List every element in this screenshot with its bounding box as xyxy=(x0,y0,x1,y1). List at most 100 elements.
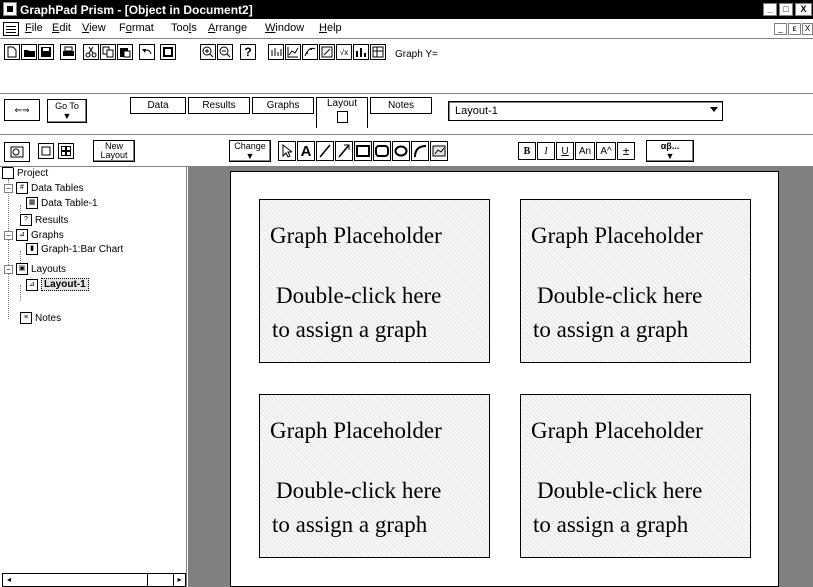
grid-view-icon[interactable] xyxy=(58,143,74,159)
rectangle-tool-icon[interactable] xyxy=(354,141,372,161)
layout-workspace: Graph Placeholder Double-click here to a… xyxy=(188,167,813,587)
mdi-minimize-button[interactable]: _ xyxy=(774,23,787,35)
sidebar-horizontal-scrollbar[interactable]: ◂ ▸ xyxy=(2,573,186,587)
graph-placeholder[interactable]: Graph Placeholder Double-click here to a… xyxy=(259,199,490,363)
underline-button[interactable]: U xyxy=(556,142,574,160)
table-icon[interactable] xyxy=(370,44,386,60)
placeholder-heading: Graph Placeholder xyxy=(270,223,442,248)
collapse-icon[interactable]: − xyxy=(4,183,13,193)
close-button[interactable]: X xyxy=(795,3,812,16)
change-button[interactable]: Change ▼ xyxy=(229,140,271,162)
copy-icon[interactable] xyxy=(100,44,116,60)
collapse-icon[interactable]: − xyxy=(4,230,13,240)
tree-item-layouts[interactable]: − ▣ Layouts xyxy=(4,263,66,275)
subscript-button[interactable]: An xyxy=(575,142,595,160)
menu-tools[interactable]: Tools xyxy=(171,22,197,34)
tree-item-data-tables[interactable]: − # Data Tables xyxy=(4,182,84,194)
mdi-restore-button[interactable]: ᴇ xyxy=(788,23,801,35)
back-forward-arrows-icon[interactable]: ⇐⇒ xyxy=(4,99,40,121)
tree-item-layout-1[interactable]: ⊿ Layout-1 xyxy=(26,278,89,291)
new-file-icon[interactable] xyxy=(4,44,20,60)
menu-help[interactable]: Help xyxy=(319,22,342,34)
folder-icon xyxy=(2,167,14,179)
navigator-toggle-icon[interactable] xyxy=(4,142,30,162)
tree-item-label: Notes xyxy=(35,312,62,324)
arrow-tool-icon[interactable] xyxy=(335,141,353,161)
stats-icon[interactable] xyxy=(353,44,369,60)
tree-root-label: Project xyxy=(17,167,49,179)
goto-button[interactable]: Go To ▼ xyxy=(47,99,87,123)
ellipse-tool-icon[interactable] xyxy=(392,141,410,161)
scroll-right-arrow-icon[interactable]: ▸ xyxy=(173,574,185,586)
print-icon[interactable] xyxy=(60,44,76,60)
placeholder-instruction: Double-click here xyxy=(276,478,442,503)
minimize-button[interactable]: _ xyxy=(763,3,777,16)
tab-results[interactable]: Results xyxy=(188,97,250,114)
pointer-tool-icon[interactable] xyxy=(278,141,296,161)
mdi-close-button[interactable]: X xyxy=(802,23,813,35)
cut-icon[interactable] xyxy=(83,44,99,60)
curve-fit-icon[interactable] xyxy=(302,44,318,60)
paste-icon[interactable] xyxy=(117,44,133,60)
transform-icon[interactable] xyxy=(319,44,335,60)
graph-y-label: Graph Y= xyxy=(395,49,438,60)
placeholder-instruction: Double-click here xyxy=(276,283,442,308)
placeholder-instruction: to assign a graph xyxy=(533,317,689,342)
tree-item-data-table-1[interactable]: ▦ Data Table-1 xyxy=(26,197,98,209)
scroll-left-arrow-icon[interactable]: ◂ xyxy=(3,574,15,586)
graph-placeholder[interactable]: Graph Placeholder Double-click here to a… xyxy=(520,199,751,363)
graph-placeholder[interactable]: Graph Placeholder Double-click here to a… xyxy=(520,394,751,558)
bold-button[interactable]: B xyxy=(518,142,536,160)
tab-data[interactable]: Data xyxy=(130,97,186,114)
superscript-button[interactable]: A^ xyxy=(596,142,616,160)
embed-graph-tool-icon[interactable] xyxy=(430,141,448,161)
divider xyxy=(0,93,813,94)
plus-minus-button[interactable]: ± xyxy=(617,142,635,160)
analyze-icon[interactable] xyxy=(268,44,284,60)
window-title: GraphPad Prism - [Object in Document2] xyxy=(20,3,253,17)
menu-bar: File Edit View Format Tools Arrange Wind… xyxy=(0,20,813,38)
prism-app-icon[interactable] xyxy=(3,2,17,16)
sqrt-icon[interactable]: √x xyxy=(336,44,352,60)
tab-graphs[interactable]: Graphs xyxy=(252,97,314,114)
single-page-icon[interactable] xyxy=(38,143,54,159)
tree-root-project[interactable]: Project xyxy=(2,167,48,179)
table-icon: ▦ xyxy=(26,197,38,209)
save-icon[interactable] xyxy=(38,44,54,60)
graph-placeholder[interactable]: Graph Placeholder Double-click here to a… xyxy=(259,394,490,558)
menu-edit[interactable]: Edit xyxy=(52,22,71,34)
menu-arrange[interactable]: Arrange xyxy=(208,22,247,34)
help-icon[interactable]: ? xyxy=(240,44,256,60)
tab-layout[interactable]: Layout xyxy=(316,97,368,128)
menu-window[interactable]: Window xyxy=(265,22,304,34)
tree-item-graph-1[interactable]: ▮ Graph-1:Bar Chart xyxy=(26,243,123,255)
arc-tool-icon[interactable] xyxy=(411,141,429,161)
new-layout-button[interactable]: New Layout xyxy=(93,140,135,162)
zoom-in-icon[interactable] xyxy=(200,44,216,60)
italic-button[interactable]: I xyxy=(537,142,555,160)
maximize-button[interactable]: □ xyxy=(779,3,793,16)
greek-symbol-button[interactable]: αβ... ▼ xyxy=(646,140,694,162)
tree-item-notes[interactable]: ≡ Notes xyxy=(20,312,61,324)
notes-icon: ≡ xyxy=(20,312,32,324)
layout-page: Graph Placeholder Double-click here to a… xyxy=(230,171,779,587)
tree-item-graphs[interactable]: − ⊿ Graphs xyxy=(4,229,64,241)
undo-icon[interactable] xyxy=(139,44,155,60)
tab-notes[interactable]: Notes xyxy=(370,97,432,114)
document-icon[interactable] xyxy=(3,22,19,36)
text-tool-icon[interactable]: A xyxy=(297,141,315,161)
line-tool-icon[interactable] xyxy=(316,141,334,161)
data-sheet-icon[interactable] xyxy=(160,44,176,60)
menu-format[interactable]: Format xyxy=(119,22,154,34)
menu-view[interactable]: View xyxy=(82,22,106,34)
rounded-rectangle-tool-icon[interactable] xyxy=(373,141,391,161)
sheet-selector-dropdown[interactable]: Layout-1 xyxy=(448,101,723,121)
tree-item-label: Graphs xyxy=(31,229,64,241)
graph-icon[interactable] xyxy=(285,44,301,60)
goto-label: Go To xyxy=(55,101,79,111)
tree-item-results[interactable]: ? Results xyxy=(20,214,68,226)
open-folder-icon[interactable] xyxy=(21,44,37,60)
collapse-icon[interactable]: − xyxy=(4,264,13,274)
menu-file[interactable]: File xyxy=(25,22,43,34)
zoom-out-icon[interactable] xyxy=(217,44,233,60)
